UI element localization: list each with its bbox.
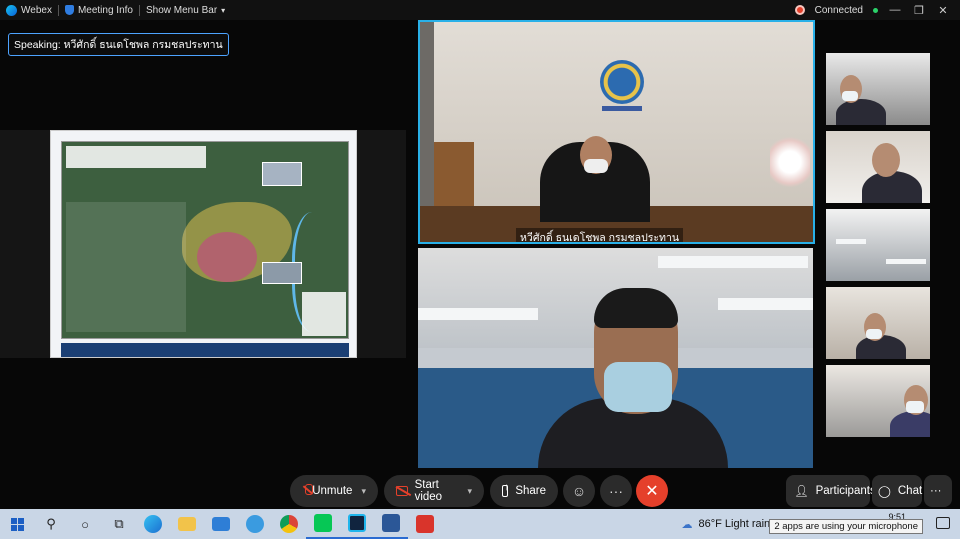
satellite-map-image [61,141,349,339]
chat-label: Chat [897,485,923,497]
participant-thumbnail[interactable] [826,287,930,359]
notification-icon[interactable] [936,517,950,529]
shared-slide [50,130,357,358]
weather-icon: ☁ [681,518,693,531]
word-app[interactable] [374,509,408,539]
minimize-icon[interactable]: — [888,4,902,16]
video-off-icon [396,486,408,496]
more-icon: ··· [609,483,623,499]
reactions-button[interactable]: ☺ [563,475,595,507]
more-panels-icon: ··· [930,485,942,497]
mail-icon [212,517,230,531]
chrome-icon [280,515,298,533]
recording-icon [794,5,805,15]
meeting-controls: Unmute ▾ Start video ▾ Share ☺ ··· ✕ 👤︎ … [0,474,960,508]
file-explorer-app[interactable] [170,509,204,539]
line-icon [314,514,332,532]
windows-logo-icon [10,517,24,531]
webex-menu[interactable]: Webex [0,4,58,16]
chevron-down-icon[interactable]: ▾ [361,486,366,497]
weather-label[interactable]: 86°F Light rain [699,518,771,530]
acrobat-app[interactable] [408,509,442,539]
folder-icon [178,517,196,531]
word-icon [382,514,400,532]
connection-status: Connected [814,4,863,16]
start-video-label: Start video [414,479,443,503]
edge-app[interactable] [136,509,170,539]
more-options-button[interactable]: ··· [600,475,632,507]
chat-icon: ◯ [878,486,891,498]
title-bar: Webex Meeting Info Show Menu Bar ▾ Conne… [0,0,960,20]
webex-logo-icon [6,4,17,16]
show-menu-bar-label: Show Menu Bar [146,4,218,16]
chevron-down-icon: ▾ [221,5,226,15]
close-icon[interactable]: ✕ [936,4,950,17]
webex-app[interactable] [340,509,374,539]
start-button[interactable] [0,509,34,539]
participants-button[interactable]: 👤︎ Participants [786,475,876,507]
chevron-down-icon[interactable]: ▾ [467,486,472,497]
windows-taskbar: ⚲ ○ ⧉ ☁ 86°F Light rain ^ ● 9:51 2 apps … [0,509,960,539]
participant-name-label: หวีศักดิ์ ธนเดโชพล กรมชลประทาน [516,228,684,242]
line-app[interactable] [306,509,340,539]
show-menu-bar-button[interactable]: Show Menu Bar ▾ [140,5,231,16]
leave-meeting-button[interactable]: ✕ [636,475,668,507]
task-view-icon: ⧉ [114,516,124,531]
active-speaker-label: Speaking: หวีศักดิ์ ธนเดโชพล กรมชลประทาน [8,33,229,56]
app-name: Webex [21,4,52,16]
pdf-icon [416,515,434,533]
person-icon: 👤︎ [794,486,809,498]
restore-icon[interactable]: ❐ [912,4,926,17]
search-button[interactable]: ⚲ [34,509,68,539]
close-icon: ✕ [645,483,659,500]
share-button[interactable]: Share [490,475,558,507]
department-emblem-icon [600,60,644,104]
status-dot-icon [873,7,878,13]
participants-label: Participants [815,485,876,497]
unmute-label: Unmute [312,485,353,497]
task-view-button[interactable]: ⧉ [102,509,136,539]
participant-thumbnail[interactable] [826,131,930,203]
circle-icon: ○ [81,516,89,532]
meeting-info-button[interactable]: Meeting Info [59,5,139,16]
more-panels-button[interactable]: ··· [924,475,952,507]
share-icon [502,482,509,497]
webex-window: Webex Meeting Info Show Menu Bar ▾ Conne… [0,0,960,509]
participant-video-large[interactable] [418,248,813,468]
share-label: Share [515,485,546,497]
active-speaker-video[interactable]: หวีศักดิ์ ธนเดโชพล กรมชลประทาน [418,20,815,244]
search-icon: ⚲ [46,516,56,531]
meeting-info-label: Meeting Info [77,4,133,16]
webex-icon [348,514,366,532]
titlebar-right: Connected — ❐ ✕ [794,0,960,20]
edge-icon [144,515,162,533]
microphone-tooltip: 2 apps are using your microphone [769,519,923,534]
cortana-button[interactable]: ○ [68,509,102,539]
ie-icon [246,515,264,533]
shield-icon [64,5,74,15]
internet-explorer-app[interactable] [238,509,272,539]
smiley-icon: ☺ [571,483,587,499]
mail-app[interactable] [204,509,238,539]
participant-thumbnail[interactable] [826,209,930,281]
participant-thumbnail[interactable] [826,365,930,437]
unmute-button[interactable]: Unmute ▾ [290,475,378,507]
slide-footer [61,343,349,357]
participant-thumbnail[interactable] [826,53,930,125]
chat-button[interactable]: ◯ Chat [872,475,922,507]
muted-mic-icon [302,484,314,498]
shared-content[interactable] [0,130,406,358]
start-video-button[interactable]: Start video ▾ [384,475,484,507]
chrome-app[interactable] [272,509,306,539]
